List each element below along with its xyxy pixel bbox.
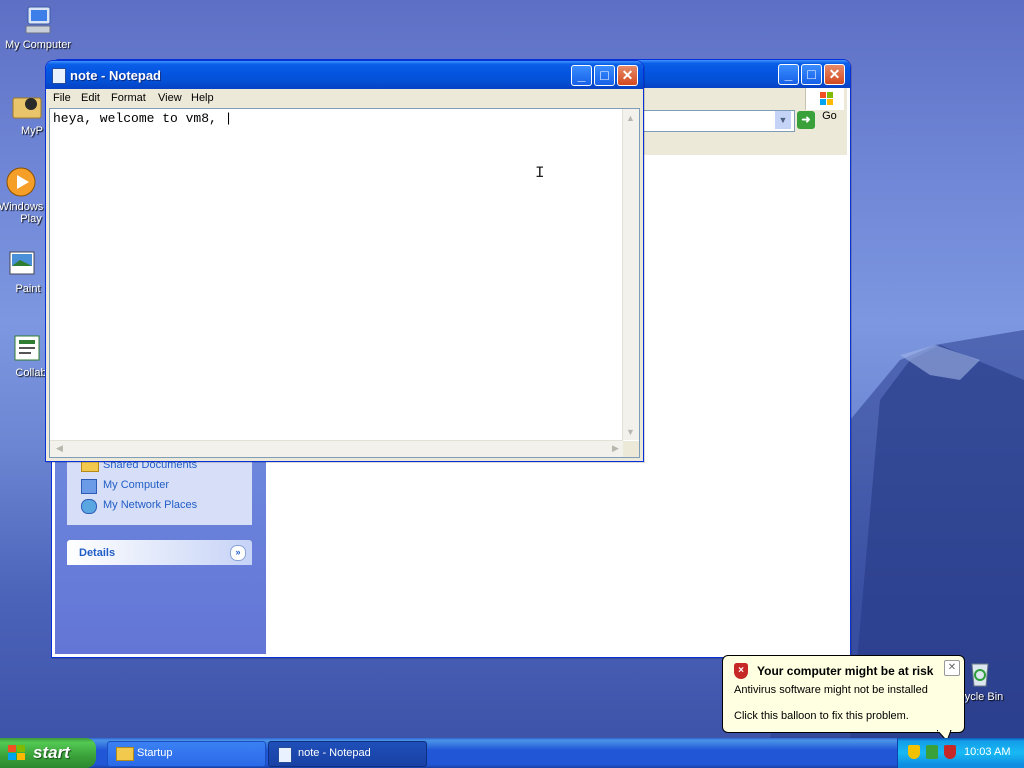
menu-view[interactable]: View	[158, 92, 182, 104]
task-label: note - Notepad	[298, 747, 371, 759]
menu-file[interactable]: File	[53, 92, 71, 104]
go-button[interactable]: ➜ Go	[797, 110, 841, 131]
desktop-icon-windows-media-player[interactable]: Windows Play	[0, 166, 46, 225]
maximize-button[interactable]: □	[801, 64, 822, 85]
details-label: Details	[79, 547, 116, 559]
security-shield-icon[interactable]	[908, 745, 920, 759]
desktop-icon-label: My Computer	[4, 39, 72, 51]
close-icon[interactable]: ✕	[944, 660, 960, 676]
other-places-item-my-computer[interactable]: My Computer	[81, 479, 169, 494]
notepad-titlebar[interactable]: note - Notepad _ □ ✕	[46, 61, 643, 89]
notepad-app-icon	[52, 68, 66, 84]
details-panel-header[interactable]: Details »	[67, 540, 252, 565]
balloon-line-2: Click this balloon to fix this problem.	[734, 710, 909, 722]
link-label[interactable]: My Computer	[103, 479, 169, 491]
balloon-line-1: Antivirus software might not be installe…	[734, 684, 928, 696]
network-icon	[81, 499, 97, 514]
maximize-icon: □	[807, 66, 816, 82]
minimize-button[interactable]: _	[778, 64, 799, 85]
desktop-icon-my-computer[interactable]: My Computer	[0, 4, 76, 51]
media-player-icon	[5, 166, 37, 198]
scroll-up-icon[interactable]: ▲	[623, 111, 638, 126]
system-tray: 10:03 AM	[897, 738, 1024, 768]
close-button[interactable]: ✕	[824, 64, 845, 85]
maximize-button[interactable]: □	[594, 65, 615, 86]
folder-pictures-icon	[11, 90, 43, 122]
scroll-right-icon[interactable]: ▶	[608, 441, 623, 456]
windows-flag-icon	[8, 745, 26, 761]
paint-icon	[6, 248, 38, 280]
scroll-left-icon[interactable]: ◀	[52, 441, 67, 456]
minimize-button[interactable]: _	[571, 65, 592, 86]
computer-icon	[81, 479, 97, 494]
notepad-icon	[278, 747, 292, 763]
desktop-icon-label: Paint	[15, 283, 41, 295]
collab-icon	[11, 332, 43, 364]
task-label: Startup	[137, 747, 173, 759]
scroll-down-icon[interactable]: ▼	[623, 425, 638, 440]
start-label: start	[33, 743, 70, 762]
minimize-icon: _	[577, 67, 586, 83]
network-status-icon[interactable]	[926, 745, 938, 759]
notepad-window[interactable]: note - Notepad _ □ ✕ File Edit Format Vi…	[45, 60, 644, 462]
text-cursor-icon: I	[535, 164, 545, 182]
maximize-icon: □	[600, 67, 609, 83]
recycle-bin-icon	[964, 656, 996, 688]
text-editor[interactable]: heya, welcome to vm8, | I ▲ ▼ ◀ ▶	[49, 108, 640, 458]
clock[interactable]: 10:03 AM	[964, 746, 1010, 758]
taskbar: start Startup note - Notepad 10:03 AM	[0, 738, 1024, 768]
other-places-item-my-network-places[interactable]: My Network Places	[81, 499, 197, 514]
security-alert-icon[interactable]	[944, 745, 956, 759]
balloon-title: Your computer might be at risk	[757, 664, 934, 678]
desktop-icon-paint[interactable]: Paint	[0, 248, 48, 295]
other-places-panel: Shared Documents My Computer My Network …	[67, 455, 252, 525]
desktop-icon-label-2: Play	[20, 213, 42, 225]
horizontal-scrollbar[interactable]: ◀ ▶	[50, 440, 623, 457]
desktop-icon-label: Windows	[0, 201, 44, 213]
link-label[interactable]: My Network Places	[103, 499, 197, 511]
go-label: Go	[822, 110, 837, 122]
security-balloon[interactable]: × Your computer might be at risk ✕ Antiv…	[722, 655, 965, 742]
menu-help[interactable]: Help	[191, 92, 214, 104]
close-icon: ✕	[828, 66, 841, 82]
taskbar-item-notepad[interactable]: note - Notepad	[268, 741, 427, 767]
taskbar-item-startup[interactable]: Startup	[107, 741, 266, 767]
menu-bar: File Edit Format View Help	[49, 89, 640, 108]
close-icon: ✕	[621, 67, 634, 83]
folder-icon	[116, 747, 134, 761]
close-button[interactable]: ✕	[617, 65, 638, 86]
address-dropdown-button[interactable]: ▼	[775, 111, 791, 129]
shield-warning-icon: ×	[734, 663, 748, 679]
computer-icon	[22, 4, 54, 36]
resize-grip[interactable]	[623, 441, 639, 457]
window-title: note - Notepad	[70, 68, 161, 83]
start-button[interactable]: start	[0, 738, 96, 768]
go-arrow-icon: ➜	[797, 111, 815, 129]
menu-format[interactable]: Format	[111, 92, 146, 104]
vertical-scrollbar[interactable]: ▲ ▼	[622, 109, 639, 440]
windows-logo-icon	[805, 88, 844, 110]
chevron-down-icon[interactable]: »	[230, 545, 246, 561]
menu-edit[interactable]: Edit	[81, 92, 100, 104]
address-bar[interactable]	[643, 110, 795, 132]
minimize-icon: _	[784, 66, 793, 82]
document-text[interactable]: heya, welcome to vm8, |	[53, 111, 232, 126]
